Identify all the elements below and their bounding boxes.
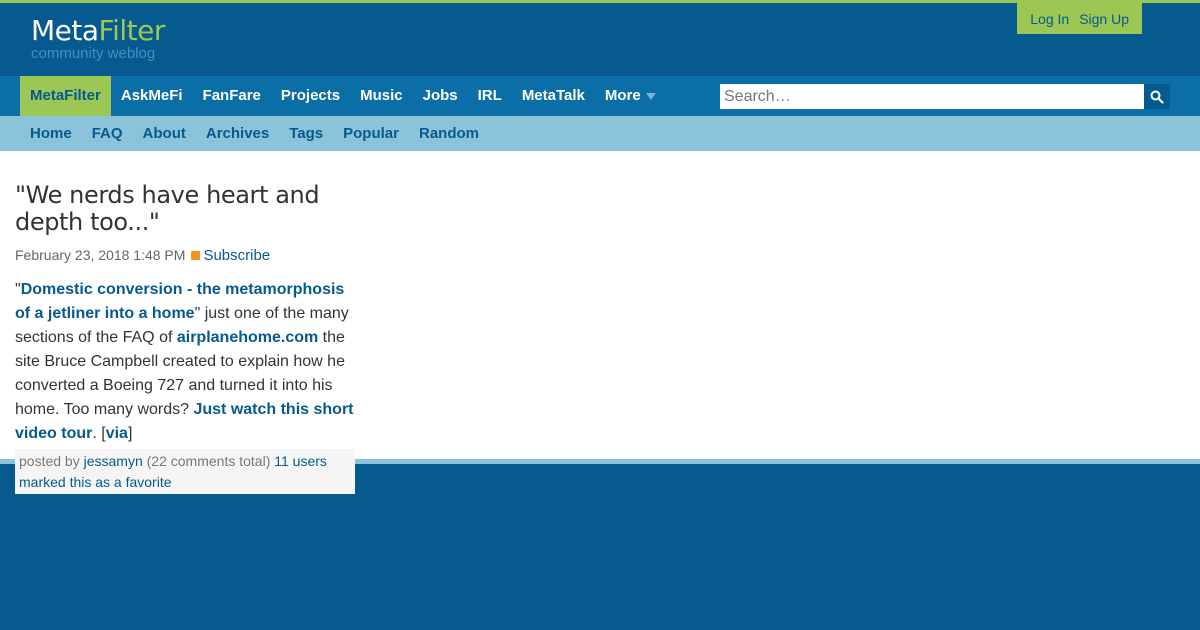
post-date: February 23, 2018 1:48 PM	[15, 247, 186, 263]
site-logo[interactable]: MetaFilter	[31, 15, 165, 47]
post-text: ]	[127, 425, 133, 442]
post-text: . [	[92, 425, 106, 442]
post-meta: February 23, 2018 1:48 PM Subscribe	[15, 245, 355, 266]
logo-filter: Filter	[98, 14, 166, 47]
subnav-item-faq[interactable]: FAQ	[82, 116, 133, 151]
nav-item-jobs[interactable]: Jobs	[413, 76, 468, 116]
search-button[interactable]	[1144, 84, 1170, 109]
nav-item-metafilter[interactable]: MetaFilter	[20, 76, 111, 116]
post: "We nerds have heart and depth too..." F…	[15, 182, 355, 446]
subnav-item-random[interactable]: Random	[409, 116, 489, 151]
nav-item-projects[interactable]: Projects	[271, 76, 350, 116]
nav-item-fanfare[interactable]: FanFare	[193, 76, 271, 116]
subnav-item-tags[interactable]: Tags	[279, 116, 333, 151]
signup-link[interactable]: Sign Up	[1074, 11, 1134, 27]
post-link-airplanehome[interactable]: airplanehome.com	[177, 329, 318, 346]
nav-item-more-label: More	[604, 87, 641, 104]
search-input[interactable]	[720, 84, 1144, 109]
post-link-via[interactable]: via	[106, 425, 128, 442]
nav-item-irl[interactable]: IRL	[468, 76, 512, 116]
byline-user-link[interactable]: jessamyn	[84, 453, 143, 469]
sub-nav: Home FAQ About Archives Tags Popular Ran…	[0, 116, 1200, 151]
site-header: MetaFilter community weblog Log In Sign …	[0, 3, 1200, 76]
site-tagline: community weblog	[31, 45, 156, 62]
rss-icon	[191, 250, 201, 260]
subnav-item-popular[interactable]: Popular	[333, 116, 409, 151]
subnav-item-about[interactable]: About	[133, 116, 196, 151]
main-nav: MetaFilter AskMeFi FanFare Projects Musi…	[0, 76, 1200, 116]
search-icon	[1150, 90, 1164, 104]
auth-box: Log In Sign Up	[1017, 3, 1142, 34]
nav-item-askmefi[interactable]: AskMeFi	[111, 76, 193, 116]
subnav-item-archives[interactable]: Archives	[196, 116, 279, 151]
byline-posted-by: posted by	[19, 453, 84, 469]
post-body: "Domestic conversion - the metamorphosis…	[15, 278, 355, 446]
nav-item-metatalk[interactable]: MetaTalk	[512, 76, 595, 116]
post-title: "We nerds have heart and depth too..."	[15, 181, 320, 236]
subnav-item-home[interactable]: Home	[20, 116, 82, 151]
nav-item-music[interactable]: Music	[350, 76, 413, 116]
logo-meta: Meta	[31, 14, 99, 47]
triangle-down-icon	[645, 92, 656, 100]
login-link[interactable]: Log In	[1025, 11, 1074, 27]
post-byline: posted by jessamyn (22 comments total) 1…	[15, 449, 355, 494]
byline-comment-count: (22 comments total)	[142, 453, 275, 469]
nav-item-more[interactable]: More	[595, 76, 666, 116]
subscribe-link[interactable]: Subscribe	[203, 247, 270, 264]
